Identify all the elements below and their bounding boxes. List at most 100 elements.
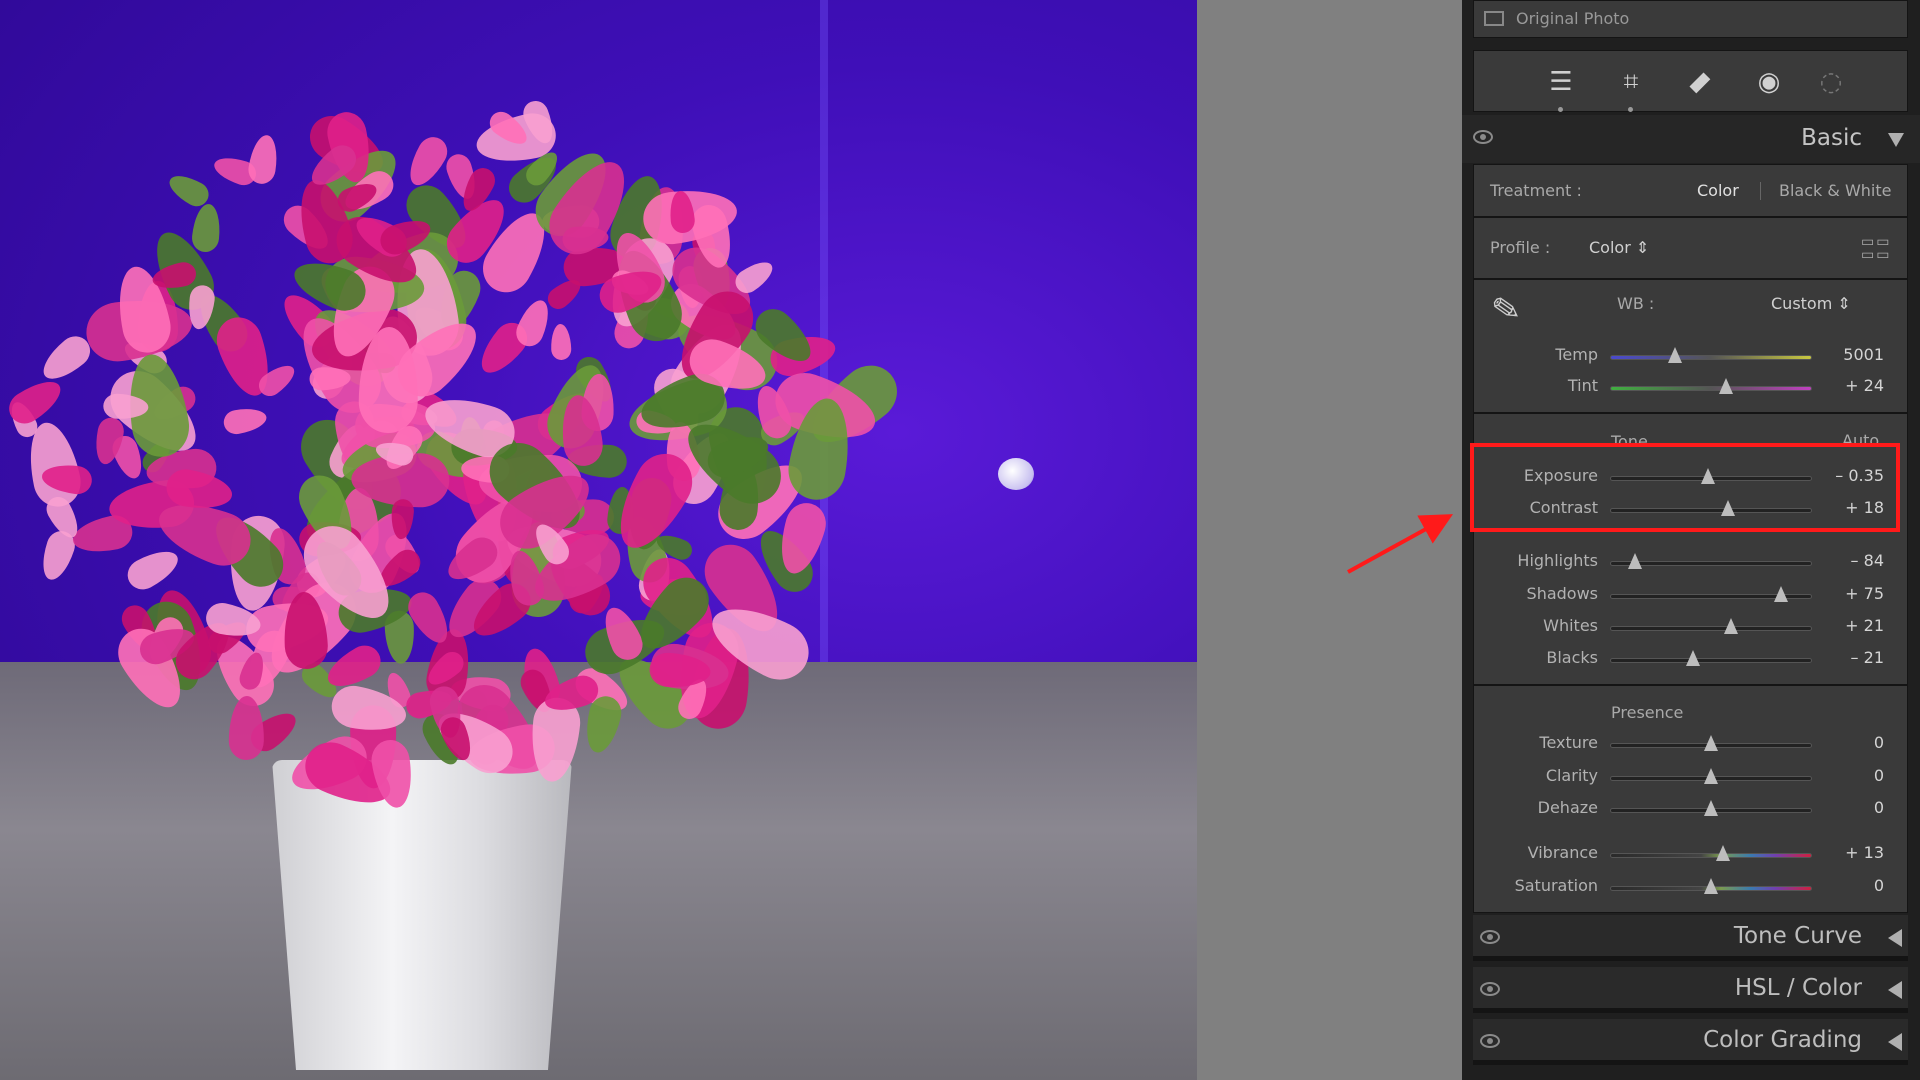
red-eye-icon[interactable]: ◉ (1752, 65, 1786, 99)
slider-thumb[interactable] (1724, 618, 1738, 634)
slider-value[interactable]: + 21 (1845, 616, 1884, 635)
treatment-color[interactable]: Color (1697, 181, 1739, 200)
original-photo-label: Original Photo (1516, 9, 1630, 28)
slider-track[interactable] (1610, 878, 1812, 894)
slider-value[interactable]: 0 (1874, 766, 1884, 785)
slider-value[interactable]: + 13 (1845, 843, 1884, 862)
healing-icon[interactable]: ▬ (1675, 58, 1723, 106)
profile-select[interactable]: Color ⇕ (1589, 238, 1649, 257)
eye-icon[interactable] (1473, 130, 1493, 144)
slider-saturation[interactable]: Saturation 0 (1462, 876, 1920, 900)
slider-value[interactable]: 0 (1874, 876, 1884, 895)
petal (221, 405, 269, 437)
petal (190, 203, 223, 255)
slider-track[interactable] (1610, 650, 1812, 666)
slider-value[interactable]: 0 (1874, 798, 1884, 817)
checkbox[interactable] (1484, 11, 1504, 26)
section-title: HSL / Color (1734, 975, 1862, 1001)
slider-blacks[interactable]: Blacks – 21 (1462, 648, 1920, 672)
slider-value[interactable]: – 21 (1851, 648, 1884, 667)
collapse-triangle-icon[interactable] (1888, 133, 1904, 147)
expand-triangle-icon[interactable] (1888, 1033, 1902, 1051)
slider-label: Texture (1539, 733, 1598, 752)
active-dot (1628, 107, 1633, 112)
slider-track[interactable] (1610, 735, 1812, 751)
slider-dehaze[interactable]: Dehaze 0 (1462, 798, 1920, 822)
slider-label: Blacks (1546, 648, 1598, 667)
slider-vibrance[interactable]: Vibrance + 13 (1462, 843, 1920, 867)
section-color-grading[interactable]: Color Grading (1473, 1019, 1908, 1065)
petal (246, 133, 282, 186)
slider-track[interactable] (1610, 586, 1812, 602)
slider-track[interactable] (1610, 347, 1812, 363)
profile-value: Color (1589, 238, 1631, 257)
crop-icon[interactable]: ⌗ (1614, 65, 1648, 99)
slider-track[interactable] (1610, 618, 1812, 634)
petal (121, 543, 184, 596)
slider-label: Tint (1567, 376, 1598, 395)
highlight-box (1470, 443, 1900, 532)
slider-value[interactable]: + 24 (1845, 376, 1884, 395)
tool-strip: ☰ ⌗ ▬ ◉ ◌ (1473, 50, 1908, 112)
slider-tint[interactable]: Tint + 24 (1462, 376, 1920, 400)
slider-whites[interactable]: Whites + 21 (1462, 616, 1920, 640)
eyedropper-icon[interactable]: ✎ (1489, 288, 1524, 332)
active-dot (1558, 107, 1563, 112)
slider-thumb[interactable] (1704, 878, 1718, 894)
slider-thumb[interactable] (1704, 800, 1718, 816)
slider-track[interactable] (1610, 845, 1812, 861)
treatment-bw[interactable]: Black & White (1779, 181, 1891, 200)
original-photo-toggle[interactable]: Original Photo (1473, 0, 1908, 38)
section-title: Tone Curve (1733, 923, 1862, 949)
wb-label: WB : (1617, 294, 1655, 313)
flower-bouquet (0, 40, 960, 840)
petal (550, 323, 572, 361)
masking-icon[interactable]: ◌ (1814, 65, 1848, 99)
expand-triangle-icon[interactable] (1888, 929, 1902, 947)
slider-track[interactable] (1610, 553, 1812, 569)
section-tone-curve[interactable]: Tone Curve (1473, 915, 1908, 961)
slider-value[interactable]: – 84 (1851, 551, 1884, 570)
slider-label: Whites (1543, 616, 1598, 635)
edit-sliders-icon[interactable]: ☰ (1544, 65, 1578, 99)
eye-icon[interactable] (1480, 1034, 1500, 1048)
wb-value: Custom (1771, 294, 1833, 313)
slider-track[interactable] (1610, 378, 1812, 394)
slider-thumb[interactable] (1719, 378, 1734, 394)
slider-shadows[interactable]: Shadows + 75 (1462, 584, 1920, 608)
treatment-label: Treatment : (1490, 181, 1582, 200)
slider-label: Vibrance (1527, 843, 1598, 862)
slider-label: Highlights (1517, 551, 1598, 570)
slider-value[interactable]: + 75 (1845, 584, 1884, 603)
slider-thumb[interactable] (1628, 553, 1642, 569)
slider-value[interactable]: 5001 (1843, 345, 1884, 364)
section-hsl-color[interactable]: HSL / Color (1473, 967, 1908, 1013)
slider-track[interactable] (1610, 768, 1812, 784)
canvas-background (1197, 0, 1462, 1080)
slider-temp[interactable]: Temp 5001 (1462, 345, 1920, 369)
slider-label: Clarity (1545, 766, 1598, 785)
slider-thumb[interactable] (1716, 845, 1730, 861)
slider-value[interactable]: 0 (1874, 733, 1884, 752)
slider-texture[interactable]: Texture 0 (1462, 733, 1920, 757)
slider-label: Saturation (1514, 876, 1598, 895)
expand-triangle-icon[interactable] (1888, 981, 1902, 999)
basic-title: Basic (1801, 125, 1862, 151)
wb-select[interactable]: Custom ⇕ (1771, 294, 1851, 313)
slider-thumb[interactable] (1704, 768, 1718, 784)
eye-icon[interactable] (1480, 982, 1500, 996)
slider-thumb[interactable] (1704, 735, 1718, 751)
profile-browser-grid-icon[interactable]: ▭▭ ▭▭ (1861, 235, 1893, 264)
slider-thumb[interactable] (1668, 347, 1682, 363)
slider-thumb[interactable] (1774, 586, 1788, 602)
presence-label: Presence (1611, 703, 1684, 722)
divider (1760, 182, 1761, 200)
slider-thumb[interactable] (1686, 650, 1700, 666)
slider-clarity[interactable]: Clarity 0 (1462, 766, 1920, 790)
slider-track[interactable] (1610, 800, 1812, 816)
slider-highlights[interactable]: Highlights – 84 (1462, 551, 1920, 575)
eye-icon[interactable] (1480, 930, 1500, 944)
develop-panel: Original Photo ☰ ⌗ ▬ ◉ ◌ Basic Treatment… (1462, 0, 1920, 1080)
slider-label: Temp (1555, 345, 1598, 364)
basic-header[interactable]: Basic (1462, 115, 1920, 163)
